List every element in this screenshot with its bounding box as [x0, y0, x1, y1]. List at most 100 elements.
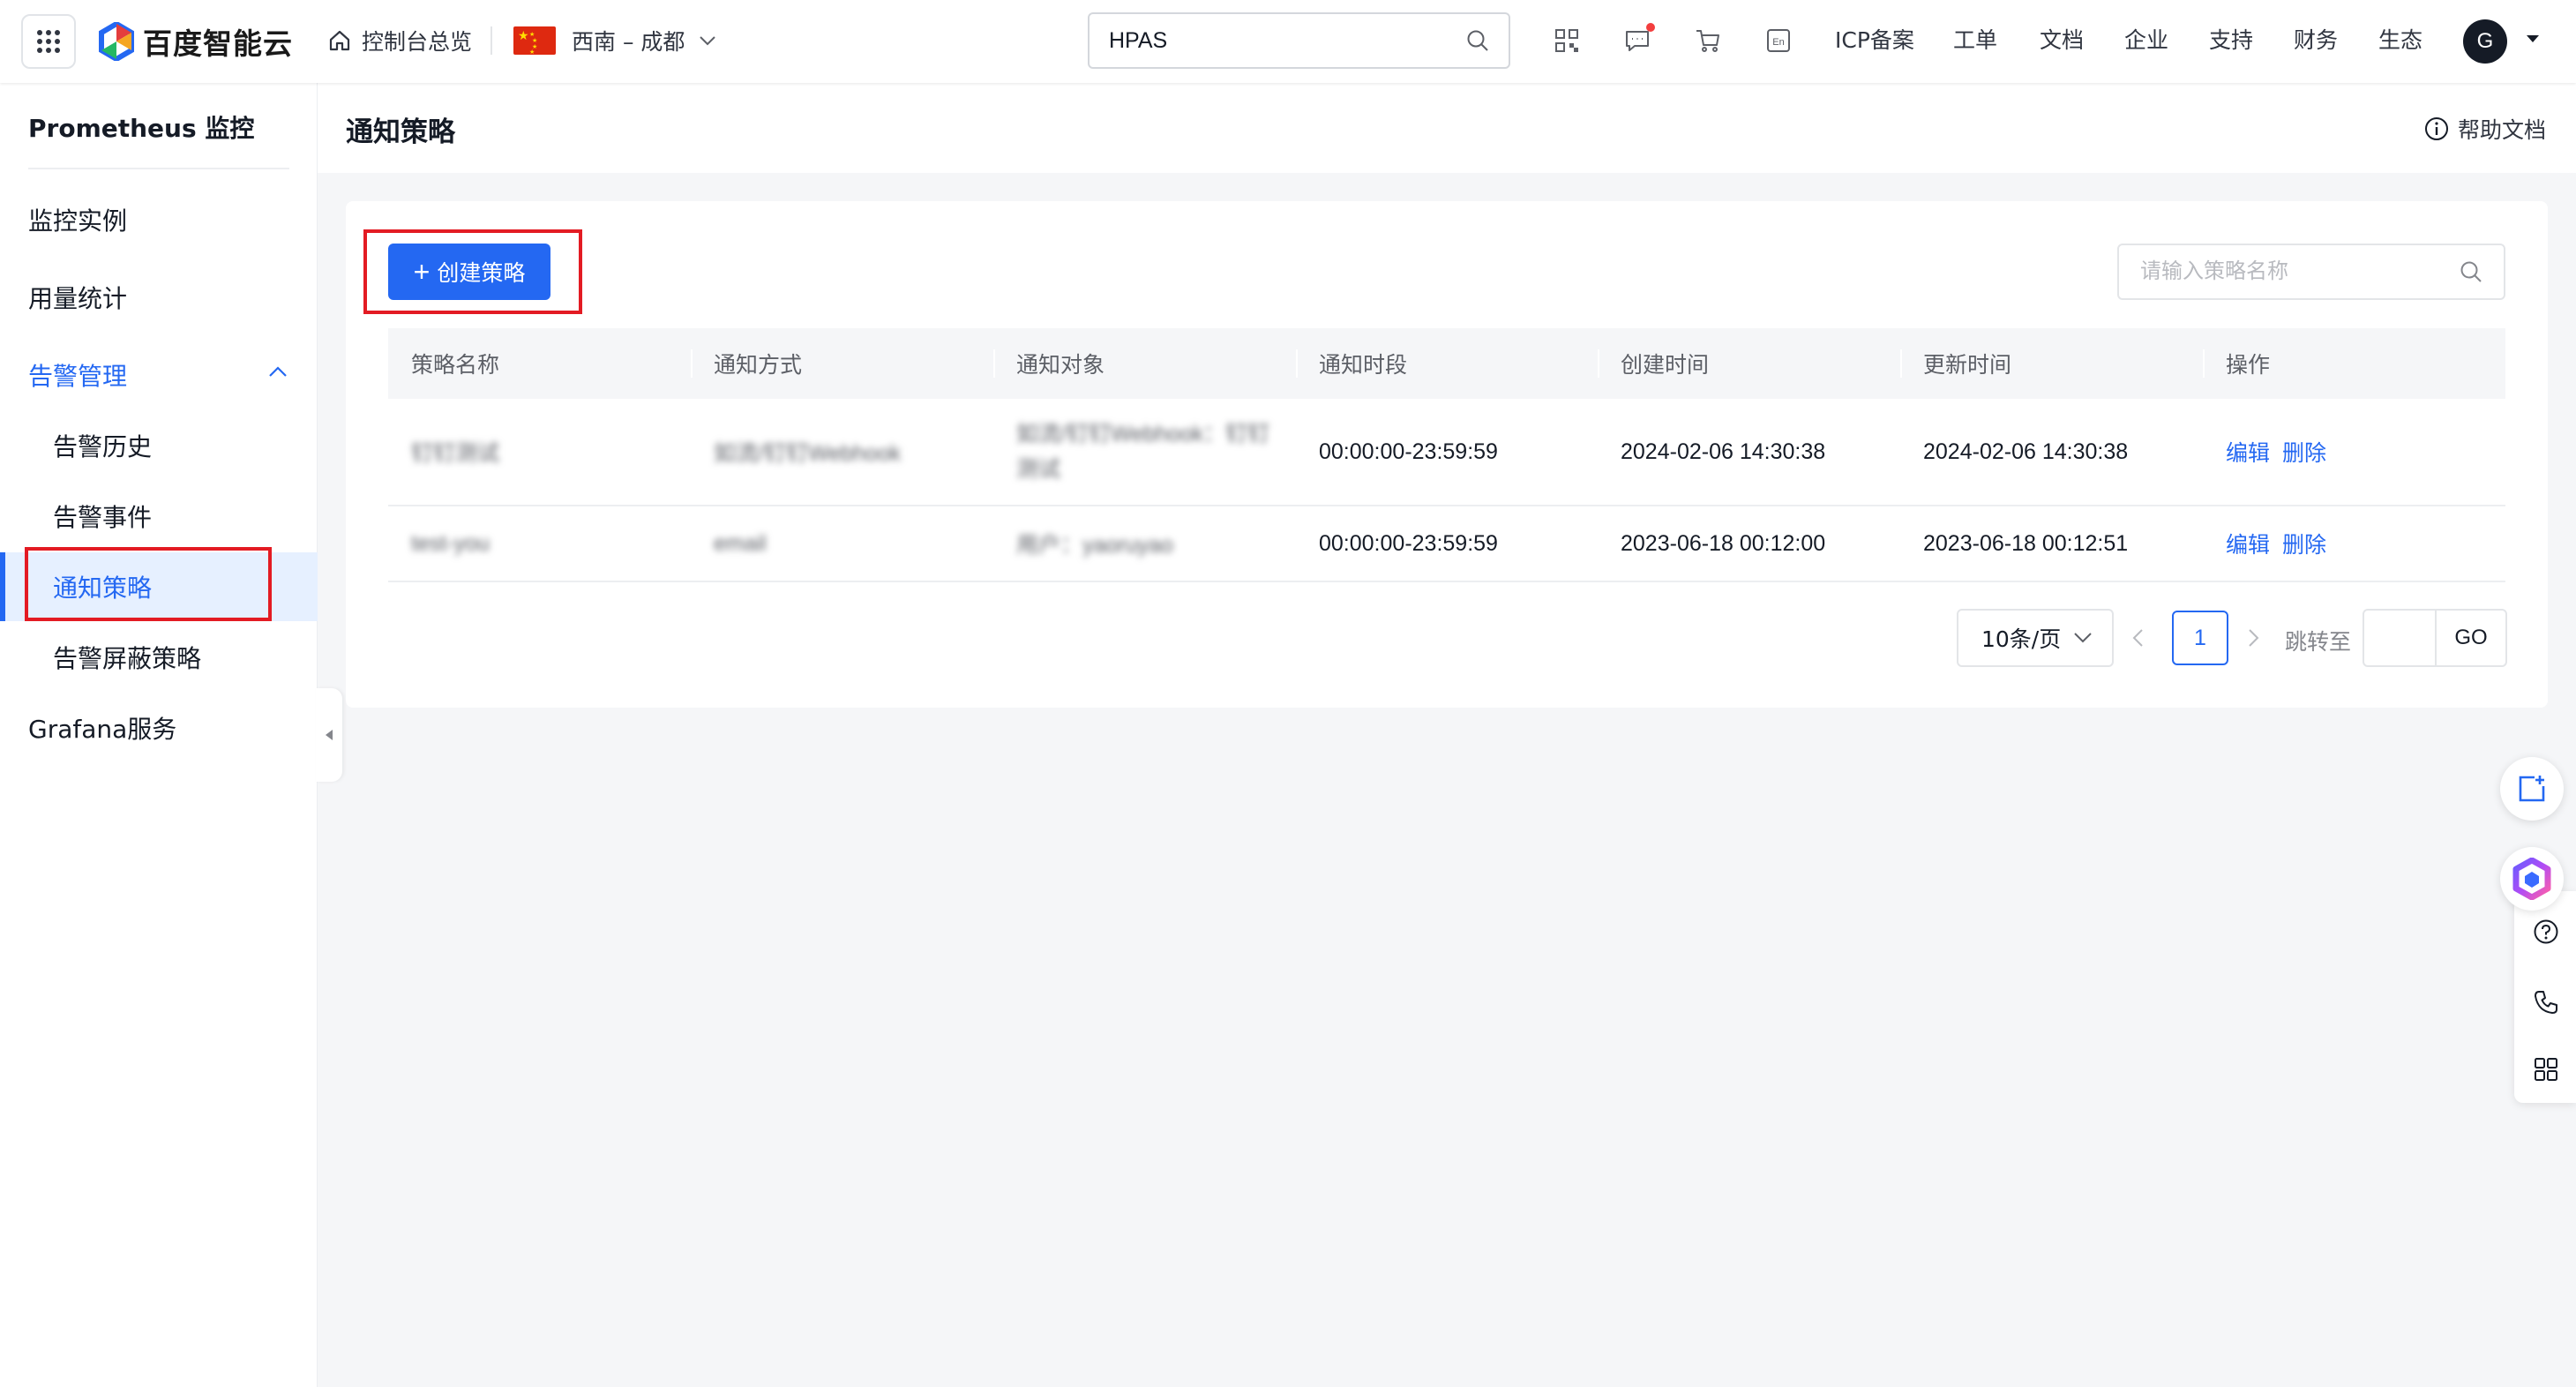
china-flag-icon: ★ ★ ★ ★ ★ — [513, 26, 556, 56]
chevron-right-icon[interactable] — [2248, 628, 2260, 648]
sidebar-item-label: 告警历史 — [53, 432, 153, 461]
column-header-created-time: 创建时间 — [1598, 328, 1900, 399]
pagination: 10条/页 1 跳转至 GO — [0, 609, 2576, 667]
sidebar-item-label: 用量统计 — [28, 284, 128, 313]
sidebar-item-grafana-service[interactable]: Grafana服务 — [0, 694, 318, 762]
updated-time-cell: 2023-06-18 00:12:51 — [1923, 530, 2129, 556]
sidebar-collapse-button[interactable] — [316, 688, 342, 782]
page-number-current[interactable]: 1 — [2172, 611, 2228, 665]
sidebar-item-usage-stats[interactable]: 用量统计 — [0, 263, 318, 332]
search-icon[interactable] — [1466, 29, 1489, 52]
ai-assistant-float-button[interactable] — [2500, 847, 2564, 911]
divider — [28, 168, 289, 169]
language-switch-icon[interactable]: En — [1764, 26, 1793, 55]
table-row: 钉钉测试 如流/钉钉Webhook 如流/钉钉Webhook：钉钉测试 00:0… — [388, 399, 2505, 506]
qrcode-icon[interactable] — [1553, 26, 1581, 55]
delete-link[interactable]: 删除 — [2282, 528, 2326, 559]
chevron-up-icon — [268, 365, 288, 378]
policy-search-box[interactable] — [2117, 244, 2505, 300]
column-header-notify-period: 通知时段 — [1296, 328, 1598, 399]
shopping-cart-icon[interactable] — [1694, 26, 1722, 55]
delete-link[interactable]: 删除 — [2282, 436, 2326, 468]
sidebar-item-label: 告警事件 — [53, 503, 153, 532]
baidu-cloud-logo-icon — [99, 22, 134, 61]
notify-method-cell: email — [714, 530, 767, 556]
divider — [490, 26, 492, 55]
feedback-float-button[interactable] — [2500, 757, 2564, 821]
created-time-cell: 2023-06-18 00:12:00 — [1621, 530, 1826, 556]
console-overview-link[interactable]: 控制台总览 — [328, 21, 472, 60]
policy-name-cell: 钉钉测试 — [411, 441, 500, 466]
baidu-cloud-logo[interactable]: 百度智能云 — [99, 21, 293, 62]
sidebar-item-label: 监控实例 — [28, 206, 128, 236]
page-title: 通知策略 — [346, 116, 455, 148]
sidebar-group-alert-management[interactable]: 告警管理 — [0, 341, 318, 409]
jump-page-input[interactable] — [2364, 611, 2437, 665]
go-button[interactable]: GO — [2437, 611, 2505, 665]
language-switch-text: En — [1772, 37, 1784, 48]
region-selector[interactable]: ★ ★ ★ ★ ★ 西南 – 成都 — [513, 21, 716, 60]
grid-menu-icon[interactable] — [2532, 1055, 2560, 1083]
console-overview-label: 控制台总览 — [362, 29, 473, 55]
caret-down-icon[interactable] — [2525, 34, 2541, 44]
nav-link-enterprise[interactable]: 企业 — [2124, 25, 2168, 56]
edit-link[interactable]: 编辑 — [2226, 436, 2270, 468]
table-header-row: 策略名称 通知方式 通知对象 通知时段 创建时间 更新时间 操作 — [388, 328, 2505, 399]
sidebar-item-alert-history[interactable]: 告警历史 — [0, 411, 318, 480]
sidebar: Prometheus 监控 监控实例 用量统计 告警管理 告警历史 告警事件 通… — [0, 83, 318, 1387]
help-docs-label: 帮助文档 — [2457, 117, 2546, 143]
region-label: 西南 – 成都 — [572, 29, 685, 55]
phone-icon[interactable] — [2532, 988, 2560, 1016]
user-avatar[interactable]: G — [2463, 19, 2507, 64]
global-search-box[interactable] — [1088, 12, 1510, 69]
jump-to-control: GO — [2363, 609, 2507, 667]
created-time-cell: 2024-02-06 14:30:38 — [1621, 439, 1826, 464]
page-header: 通知策略 帮助文档 — [318, 83, 2576, 173]
chevron-left-icon[interactable] — [2131, 628, 2144, 648]
nav-link-support[interactable]: 支持 — [2209, 25, 2253, 56]
sidebar-title: Prometheus 监控 — [28, 114, 255, 143]
plus-icon: + — [413, 256, 431, 288]
sidebar-item-label: 通知策略 — [53, 574, 153, 603]
nav-link-ecosystem[interactable]: 生态 — [2378, 25, 2422, 56]
policy-table: 策略名称 通知方式 通知对象 通知时段 创建时间 更新时间 操作 钉钉测试 如流… — [388, 328, 2505, 582]
global-search-input[interactable] — [1109, 27, 1466, 54]
create-policy-button[interactable]: + 创建策略 — [388, 244, 550, 300]
app-grid-icon[interactable] — [21, 14, 76, 69]
column-header-actions: 操作 — [2203, 328, 2505, 399]
help-circle-icon[interactable] — [2532, 918, 2560, 946]
sidebar-item-label: Grafana服务 — [28, 715, 177, 744]
notify-period-cell: 00:00:00-23:59:59 — [1319, 439, 1498, 464]
table-row: test-you email 用户：yaoruyao 00:00:00-23:5… — [388, 506, 2505, 582]
home-icon — [328, 29, 351, 52]
policy-name-cell: test-you — [411, 530, 490, 556]
page-size-select[interactable]: 10条/页 — [1957, 609, 2114, 667]
column-header-notify-target: 通知对象 — [993, 328, 1296, 399]
column-header-policy-name: 策略名称 — [411, 352, 500, 378]
top-navigation-bar: 百度智能云 控制台总览 ★ ★ ★ ★ ★ 西南 – 成都 HPAS En IC… — [0, 0, 2576, 83]
sidebar-item-monitor-instances[interactable]: 监控实例 — [0, 185, 318, 254]
sidebar-item-alert-events[interactable]: 告警事件 — [0, 482, 318, 551]
jump-to-label: 跳转至 — [2285, 629, 2352, 655]
edit-add-icon — [2517, 774, 2547, 804]
sidebar-item-label: 告警管理 — [28, 362, 128, 391]
page-size-label: 10条/页 — [1981, 626, 2062, 652]
search-icon[interactable] — [2460, 260, 2482, 283]
nav-link-icp[interactable]: ICP备案 — [1835, 25, 1914, 56]
column-header-updated-time: 更新时间 — [1900, 328, 2203, 399]
column-header-notify-method: 通知方式 — [691, 328, 993, 399]
edit-link[interactable]: 编辑 — [2226, 528, 2270, 559]
caret-left-icon — [324, 729, 334, 741]
info-icon — [2424, 116, 2449, 141]
nav-link-docs[interactable]: 文档 — [2040, 25, 2084, 56]
chevron-down-icon — [699, 35, 716, 46]
notification-dot — [1646, 23, 1655, 32]
chevron-down-icon — [2073, 632, 2093, 644]
nav-link-finance[interactable]: 财务 — [2294, 25, 2338, 56]
ai-assistant-icon — [2512, 858, 2551, 900]
right-tool-panel — [2514, 891, 2576, 1103]
nav-link-ticket[interactable]: 工单 — [1953, 25, 1997, 56]
help-docs-link[interactable]: 帮助文档 — [2424, 113, 2546, 145]
policy-search-input[interactable] — [2140, 259, 2460, 284]
message-icon[interactable] — [1623, 23, 1655, 55]
